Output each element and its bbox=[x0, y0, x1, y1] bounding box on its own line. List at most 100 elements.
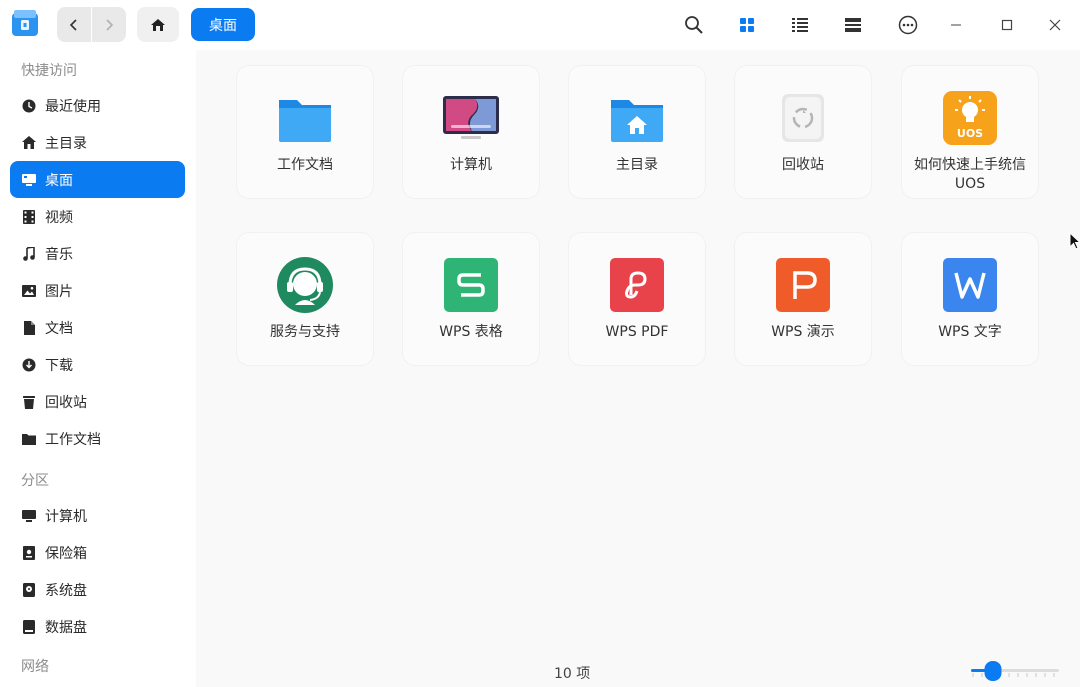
sidebar-item-label: 数据盘 bbox=[45, 619, 87, 636]
file-item-uos-guide[interactable]: UOS 如何快速上手统信UOS bbox=[902, 66, 1038, 198]
svg-text:UOS: UOS bbox=[957, 127, 983, 140]
partition-title: 分区 bbox=[21, 473, 49, 489]
file-name: WPS 文字 bbox=[938, 324, 1002, 340]
status-bar: 10 项 bbox=[196, 658, 1080, 687]
home-button[interactable] bbox=[137, 7, 179, 42]
icon-view-button[interactable] bbox=[732, 10, 762, 40]
wps-writer-icon bbox=[940, 255, 1000, 315]
tree-view-icon bbox=[845, 18, 861, 32]
title-bar: 桌面 bbox=[0, 0, 1080, 50]
network-title: 网络 bbox=[21, 659, 49, 675]
maximize-button[interactable] bbox=[992, 10, 1022, 40]
sidebar-item-data-disk[interactable]: 数据盘 bbox=[10, 608, 185, 645]
wps-pdf-icon bbox=[607, 255, 667, 315]
home-icon bbox=[151, 18, 165, 31]
document-icon bbox=[22, 320, 36, 335]
sidebar-item-desktop[interactable]: 桌面 bbox=[10, 161, 185, 198]
file-item-trash[interactable]: 回收站 bbox=[735, 66, 871, 198]
file-manager-logo-icon bbox=[10, 8, 40, 38]
picture-icon bbox=[22, 284, 36, 298]
sidebar-item-pictures[interactable]: 图片 bbox=[10, 272, 185, 309]
more-button[interactable] bbox=[893, 10, 923, 40]
tree-view-button[interactable] bbox=[838, 10, 868, 40]
file-item-work-docs[interactable]: 工作文档 bbox=[237, 66, 373, 198]
file-name: WPS PDF bbox=[605, 324, 669, 340]
computer-icon bbox=[441, 88, 501, 148]
forward-button[interactable] bbox=[92, 7, 126, 42]
file-view: 工作文档 计算机 主目录 回收站 UOS 如何快速上手统信UOS 服务与支持 W… bbox=[196, 50, 1080, 687]
file-item-wps-sheet[interactable]: WPS 表格 bbox=[403, 233, 539, 365]
navigation-group bbox=[57, 7, 126, 42]
sidebar-item-recent[interactable]: 最近使用 bbox=[10, 87, 185, 124]
slider-thumb[interactable] bbox=[984, 661, 1002, 681]
folder-icon bbox=[22, 432, 36, 446]
icon-size-slider[interactable] bbox=[971, 661, 1061, 681]
sidebar-item-label: 下载 bbox=[45, 357, 73, 374]
file-item-wps-pdf[interactable]: WPS PDF bbox=[569, 233, 705, 365]
folder-icon bbox=[275, 88, 335, 148]
file-item-wps-writer[interactable]: WPS 文字 bbox=[902, 233, 1038, 365]
music-icon bbox=[22, 246, 36, 261]
close-icon bbox=[1049, 19, 1061, 31]
minimize-icon bbox=[951, 24, 961, 26]
minimize-button[interactable] bbox=[941, 10, 971, 40]
sidebar-item-video[interactable]: 视频 bbox=[10, 198, 185, 235]
vault-icon bbox=[22, 545, 36, 560]
disk-icon bbox=[22, 582, 36, 597]
item-count: 10 项 bbox=[554, 666, 591, 682]
download-icon bbox=[22, 358, 36, 372]
sidebar-item-label: 工作文档 bbox=[45, 431, 101, 448]
back-icon bbox=[69, 18, 77, 31]
more-icon bbox=[898, 15, 918, 35]
breadcrumb-desktop[interactable]: 桌面 bbox=[191, 8, 255, 41]
sidebar-item-home[interactable]: 主目录 bbox=[10, 124, 185, 161]
sidebar-item-label: 桌面 bbox=[45, 172, 73, 189]
sidebar-item-system-disk[interactable]: 系统盘 bbox=[10, 571, 185, 608]
sidebar-item-label: 保险箱 bbox=[45, 545, 87, 562]
sidebar-item-computer[interactable]: 计算机 bbox=[10, 497, 185, 534]
file-item-wps-presentation[interactable]: WPS 演示 bbox=[735, 233, 871, 365]
list-view-icon bbox=[792, 18, 808, 32]
home-folder-icon bbox=[607, 88, 667, 148]
uos-guide-icon: UOS bbox=[940, 88, 1000, 148]
wps-sheet-icon bbox=[441, 255, 501, 315]
file-name: 服务与支持 bbox=[270, 324, 340, 340]
sidebar: 快捷访问 最近使用 主目录 桌面 视频 音乐 图片 文档 下载 回收站 工作文档… bbox=[0, 50, 196, 687]
file-item-home[interactable]: 主目录 bbox=[569, 66, 705, 198]
sidebar-item-vault[interactable]: 保险箱 bbox=[10, 534, 185, 571]
sidebar-item-documents[interactable]: 文档 bbox=[10, 309, 185, 346]
maximize-icon bbox=[1001, 19, 1013, 31]
sidebar-item-trash[interactable]: 回收站 bbox=[10, 383, 185, 420]
search-button[interactable] bbox=[679, 10, 709, 40]
file-name: 回收站 bbox=[782, 157, 824, 173]
back-button[interactable] bbox=[57, 7, 91, 42]
file-name: 主目录 bbox=[616, 157, 658, 173]
wps-presentation-icon bbox=[773, 255, 833, 315]
video-icon bbox=[22, 209, 36, 224]
icon-view-icon bbox=[740, 18, 754, 32]
sidebar-item-label: 主目录 bbox=[45, 135, 87, 152]
file-item-computer[interactable]: 计算机 bbox=[403, 66, 539, 198]
sidebar-item-label: 计算机 bbox=[45, 508, 87, 525]
sidebar-item-label: 系统盘 bbox=[45, 582, 87, 599]
computer-icon bbox=[22, 509, 36, 523]
sidebar-item-work-docs[interactable]: 工作文档 bbox=[10, 420, 185, 457]
support-icon bbox=[275, 255, 335, 315]
sidebar-item-label: 视频 bbox=[45, 209, 73, 226]
sidebar-item-label: 文档 bbox=[45, 320, 73, 337]
sidebar-item-downloads[interactable]: 下载 bbox=[10, 346, 185, 383]
disk-icon bbox=[22, 619, 36, 634]
trash-icon bbox=[22, 395, 36, 409]
desktop-icon bbox=[22, 173, 36, 187]
mouse-cursor-icon bbox=[1069, 231, 1080, 250]
file-item-support[interactable]: 服务与支持 bbox=[237, 233, 373, 365]
close-button[interactable] bbox=[1040, 10, 1070, 40]
sidebar-item-label: 音乐 bbox=[45, 246, 73, 263]
file-name: 计算机 bbox=[450, 157, 492, 173]
list-view-button[interactable] bbox=[785, 10, 815, 40]
forward-icon bbox=[106, 18, 114, 31]
sidebar-item-music[interactable]: 音乐 bbox=[10, 235, 185, 272]
home-icon bbox=[22, 136, 36, 150]
file-name: WPS 演示 bbox=[771, 324, 835, 340]
file-name: WPS 表格 bbox=[439, 324, 503, 340]
